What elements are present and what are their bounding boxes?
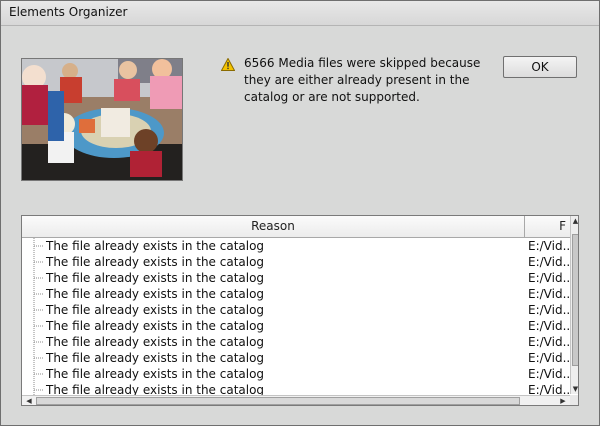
table-row[interactable]: The file already exists in the catalog E… (22, 254, 570, 270)
reason-cell: The file already exists in the catalog (46, 335, 265, 349)
file-cell: E:/Vid... (528, 383, 570, 395)
table-row[interactable]: The file already exists in the catalog E… (22, 318, 570, 334)
reason-cell: The file already exists in the catalog (46, 351, 265, 365)
tree-connector (33, 382, 43, 395)
title-bar[interactable]: Elements Organizer (1, 1, 599, 26)
file-cell: E:/Vid... (528, 319, 570, 333)
tree-connector (33, 302, 43, 318)
reason-cell: The file already exists in the catalog (46, 271, 265, 285)
file-cell: E:/Vid... (528, 367, 570, 381)
reason-cell: The file already exists in the catalog (46, 367, 265, 381)
reason-cell: The file already exists in the catalog (46, 287, 265, 301)
table-row[interactable]: The file already exists in the catalog E… (22, 302, 570, 318)
vertical-scrollbar[interactable]: ▲ ▼ (570, 216, 578, 394)
table-row[interactable]: The file already exists in the catalog E… (22, 286, 570, 302)
ok-button[interactable]: OK (503, 56, 577, 78)
tree-connector (33, 318, 43, 334)
horizontal-scrollbar[interactable]: ◀ ▶ (22, 395, 570, 405)
tree-connector (33, 366, 43, 382)
table-row[interactable]: The file already exists in the catalog E… (22, 334, 570, 350)
table-row[interactable]: The file already exists in the catalog E… (22, 382, 570, 395)
message-text: 6566 Media files were skipped because th… (244, 56, 481, 104)
tree-connector (33, 334, 43, 350)
elements-organizer-dialog: Elements Organizer 6566 Media files were… (0, 0, 600, 426)
table-row[interactable]: The file already exists in the catalog E… (22, 366, 570, 382)
window-title: Elements Organizer (9, 5, 128, 19)
file-cell: E:/Vid... (528, 239, 570, 253)
vertical-scroll-thumb[interactable] (572, 234, 578, 366)
skipped-files-list[interactable]: Reason F The file already exists in the … (21, 215, 579, 406)
table-body: The file already exists in the catalog E… (22, 238, 570, 395)
tree-connector (33, 270, 43, 286)
scroll-corner (570, 395, 578, 405)
scroll-down-icon[interactable]: ▼ (572, 385, 578, 393)
horizontal-scroll-thumb[interactable] (36, 397, 520, 405)
tree-connector (33, 254, 43, 270)
table-row[interactable]: The file already exists in the catalog E… (22, 350, 570, 366)
reason-cell: The file already exists in the catalog (46, 239, 265, 253)
file-cell: E:/Vid... (528, 287, 570, 301)
warning-icon (220, 56, 236, 71)
scroll-right-icon[interactable]: ▶ (558, 396, 568, 405)
preview-thumbnail (21, 58, 183, 181)
reason-cell: The file already exists in the catalog (46, 383, 265, 395)
file-cell: E:/Vid... (528, 271, 570, 285)
scroll-up-icon[interactable]: ▲ (572, 217, 578, 225)
file-cell: E:/Vid... (528, 351, 570, 365)
file-cell: E:/Vid... (528, 335, 570, 349)
column-header-file[interactable]: F (525, 216, 570, 237)
file-cell: E:/Vid... (528, 255, 570, 269)
table-row[interactable]: The file already exists in the catalog E… (22, 270, 570, 286)
table-header: Reason F (22, 216, 570, 238)
tree-connector (33, 238, 43, 254)
scroll-left-icon[interactable]: ◀ (24, 396, 34, 405)
reason-cell: The file already exists in the catalog (46, 303, 265, 317)
reason-cell: The file already exists in the catalog (46, 319, 265, 333)
table-row[interactable]: The file already exists in the catalog E… (22, 238, 570, 254)
column-header-reason[interactable]: Reason (22, 216, 525, 237)
tree-connector (33, 286, 43, 302)
file-cell: E:/Vid... (528, 303, 570, 317)
tree-connector (33, 350, 43, 366)
reason-cell: The file already exists in the catalog (46, 255, 265, 269)
